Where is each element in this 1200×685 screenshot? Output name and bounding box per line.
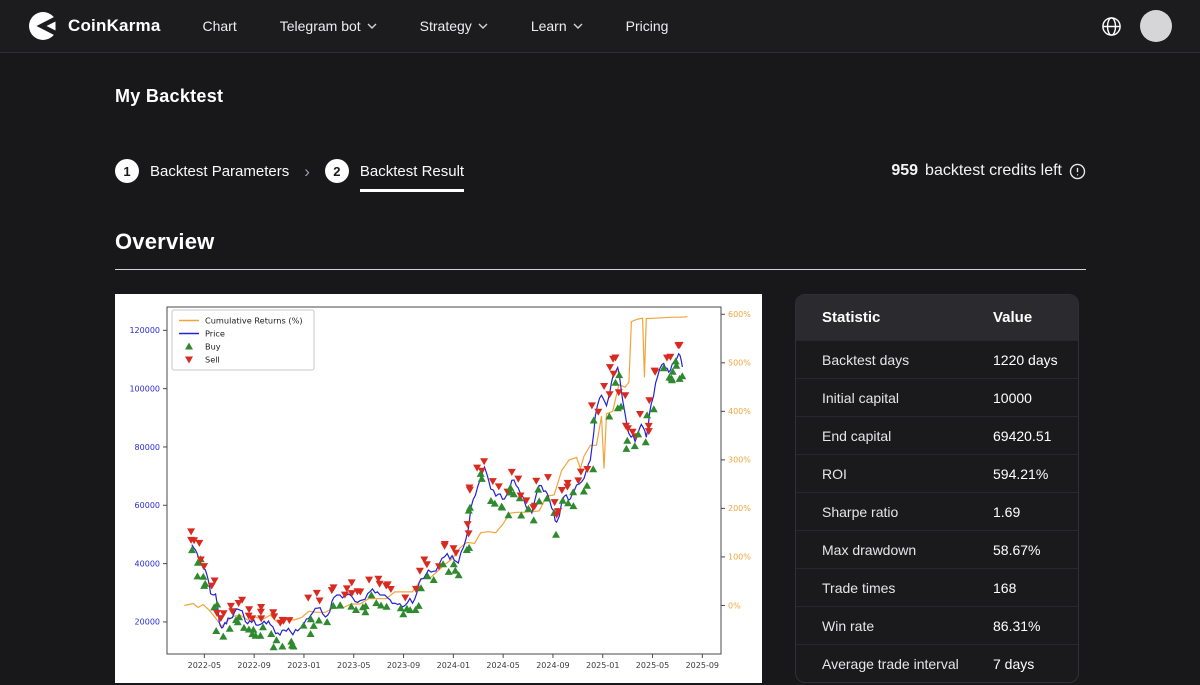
section-title: Overview xyxy=(115,229,1086,255)
app-header: CoinKarma Chart Telegram bot Strategy Le… xyxy=(0,0,1200,53)
step-number: 1 xyxy=(115,159,139,183)
table-row: Sharpe ratio1.69 xyxy=(796,492,1078,530)
table-row: Average trade interval7 days xyxy=(796,644,1078,682)
backtest-page: My Backtest 1 Backtest Parameters › 2 Ba… xyxy=(0,86,1200,683)
credits-label: backtest credits left xyxy=(925,162,1062,180)
brand-name: CoinKarma xyxy=(68,16,161,36)
chevron-down-icon xyxy=(478,23,488,29)
svg-text:120000: 120000 xyxy=(129,326,160,335)
chevron-right-icon: › xyxy=(304,163,310,180)
svg-text:2025-05: 2025-05 xyxy=(636,661,669,670)
nav-telegram-bot[interactable]: Telegram bot xyxy=(280,18,377,34)
svg-text:60000: 60000 xyxy=(135,501,160,510)
backtest-chart-figure: 20000 40000 60000 80000 100000 120000 0% 100% 20… xyxy=(115,294,762,683)
section-divider xyxy=(115,269,1086,270)
table-row: Initial capital10000 xyxy=(796,378,1078,416)
nav-chart[interactable]: Chart xyxy=(203,18,237,34)
coinkarma-logo-icon xyxy=(28,11,58,41)
svg-text:2023-09: 2023-09 xyxy=(387,661,420,670)
nav-learn[interactable]: Learn xyxy=(531,18,583,34)
svg-text:100000: 100000 xyxy=(129,384,160,393)
svg-text:200%: 200% xyxy=(728,504,751,513)
svg-text:400%: 400% xyxy=(728,407,751,416)
svg-text:2024-05: 2024-05 xyxy=(486,661,519,670)
svg-text:600%: 600% xyxy=(728,310,751,319)
svg-text:Price: Price xyxy=(205,328,225,338)
brand[interactable]: CoinKarma xyxy=(28,11,161,41)
svg-text:300%: 300% xyxy=(728,456,751,465)
nav-strategy[interactable]: Strategy xyxy=(420,18,488,34)
chevron-down-icon xyxy=(573,23,583,29)
stats-table: Statistic Value Backtest days1220 days I… xyxy=(795,294,1079,683)
page-title: My Backtest xyxy=(115,86,1086,107)
svg-text:0%: 0% xyxy=(728,601,741,610)
credits-left: 959 backtest credits left xyxy=(891,162,1086,180)
main-nav: Chart Telegram bot Strategy Learn Pricin… xyxy=(203,18,669,34)
table-row: Win rate86.31% xyxy=(796,606,1078,644)
svg-text:2024-09: 2024-09 xyxy=(536,661,569,670)
svg-text:Cumulative Returns (%): Cumulative Returns (%) xyxy=(205,315,303,325)
svg-text:100%: 100% xyxy=(728,553,751,562)
credits-count: 959 xyxy=(891,162,918,180)
step-backtest-result[interactable]: 2 Backtest Result xyxy=(325,159,464,183)
svg-text:Buy: Buy xyxy=(205,341,221,351)
svg-text:2023-01: 2023-01 xyxy=(287,661,320,670)
svg-text:40000: 40000 xyxy=(135,559,160,568)
nav-pricing[interactable]: Pricing xyxy=(626,18,669,34)
table-row: Backtest days1220 days xyxy=(796,340,1078,378)
stepper: 1 Backtest Parameters › 2 Backtest Resul… xyxy=(115,159,1086,183)
step-number: 2 xyxy=(325,159,349,183)
svg-text:20000: 20000 xyxy=(135,618,160,627)
svg-text:Sell: Sell xyxy=(205,354,220,364)
chevron-down-icon xyxy=(367,23,377,29)
table-row: End capital69420.51 xyxy=(796,416,1078,454)
table-row: Max drawdown58.67% xyxy=(796,530,1078,568)
table-row: Trade times168 xyxy=(796,568,1078,606)
table-row: ROI594.21% xyxy=(796,454,1078,492)
backtest-chart: 20000 40000 60000 80000 100000 120000 0% 100% 20… xyxy=(115,294,762,683)
svg-text:2022-09: 2022-09 xyxy=(237,661,270,670)
svg-text:2024-01: 2024-01 xyxy=(437,661,470,670)
svg-text:2025-01: 2025-01 xyxy=(586,661,619,670)
user-avatar[interactable] xyxy=(1140,10,1172,42)
svg-text:2022-05: 2022-05 xyxy=(188,661,221,670)
step-backtest-parameters[interactable]: 1 Backtest Parameters xyxy=(115,159,289,183)
stats-table-header: Statistic Value xyxy=(796,295,1078,340)
language-globe-icon[interactable] xyxy=(1101,16,1122,37)
svg-text:80000: 80000 xyxy=(135,443,160,452)
svg-text:2025-09: 2025-09 xyxy=(686,661,719,670)
svg-text:2023-05: 2023-05 xyxy=(337,661,370,670)
info-icon[interactable] xyxy=(1069,163,1086,180)
svg-text:500%: 500% xyxy=(728,359,751,368)
